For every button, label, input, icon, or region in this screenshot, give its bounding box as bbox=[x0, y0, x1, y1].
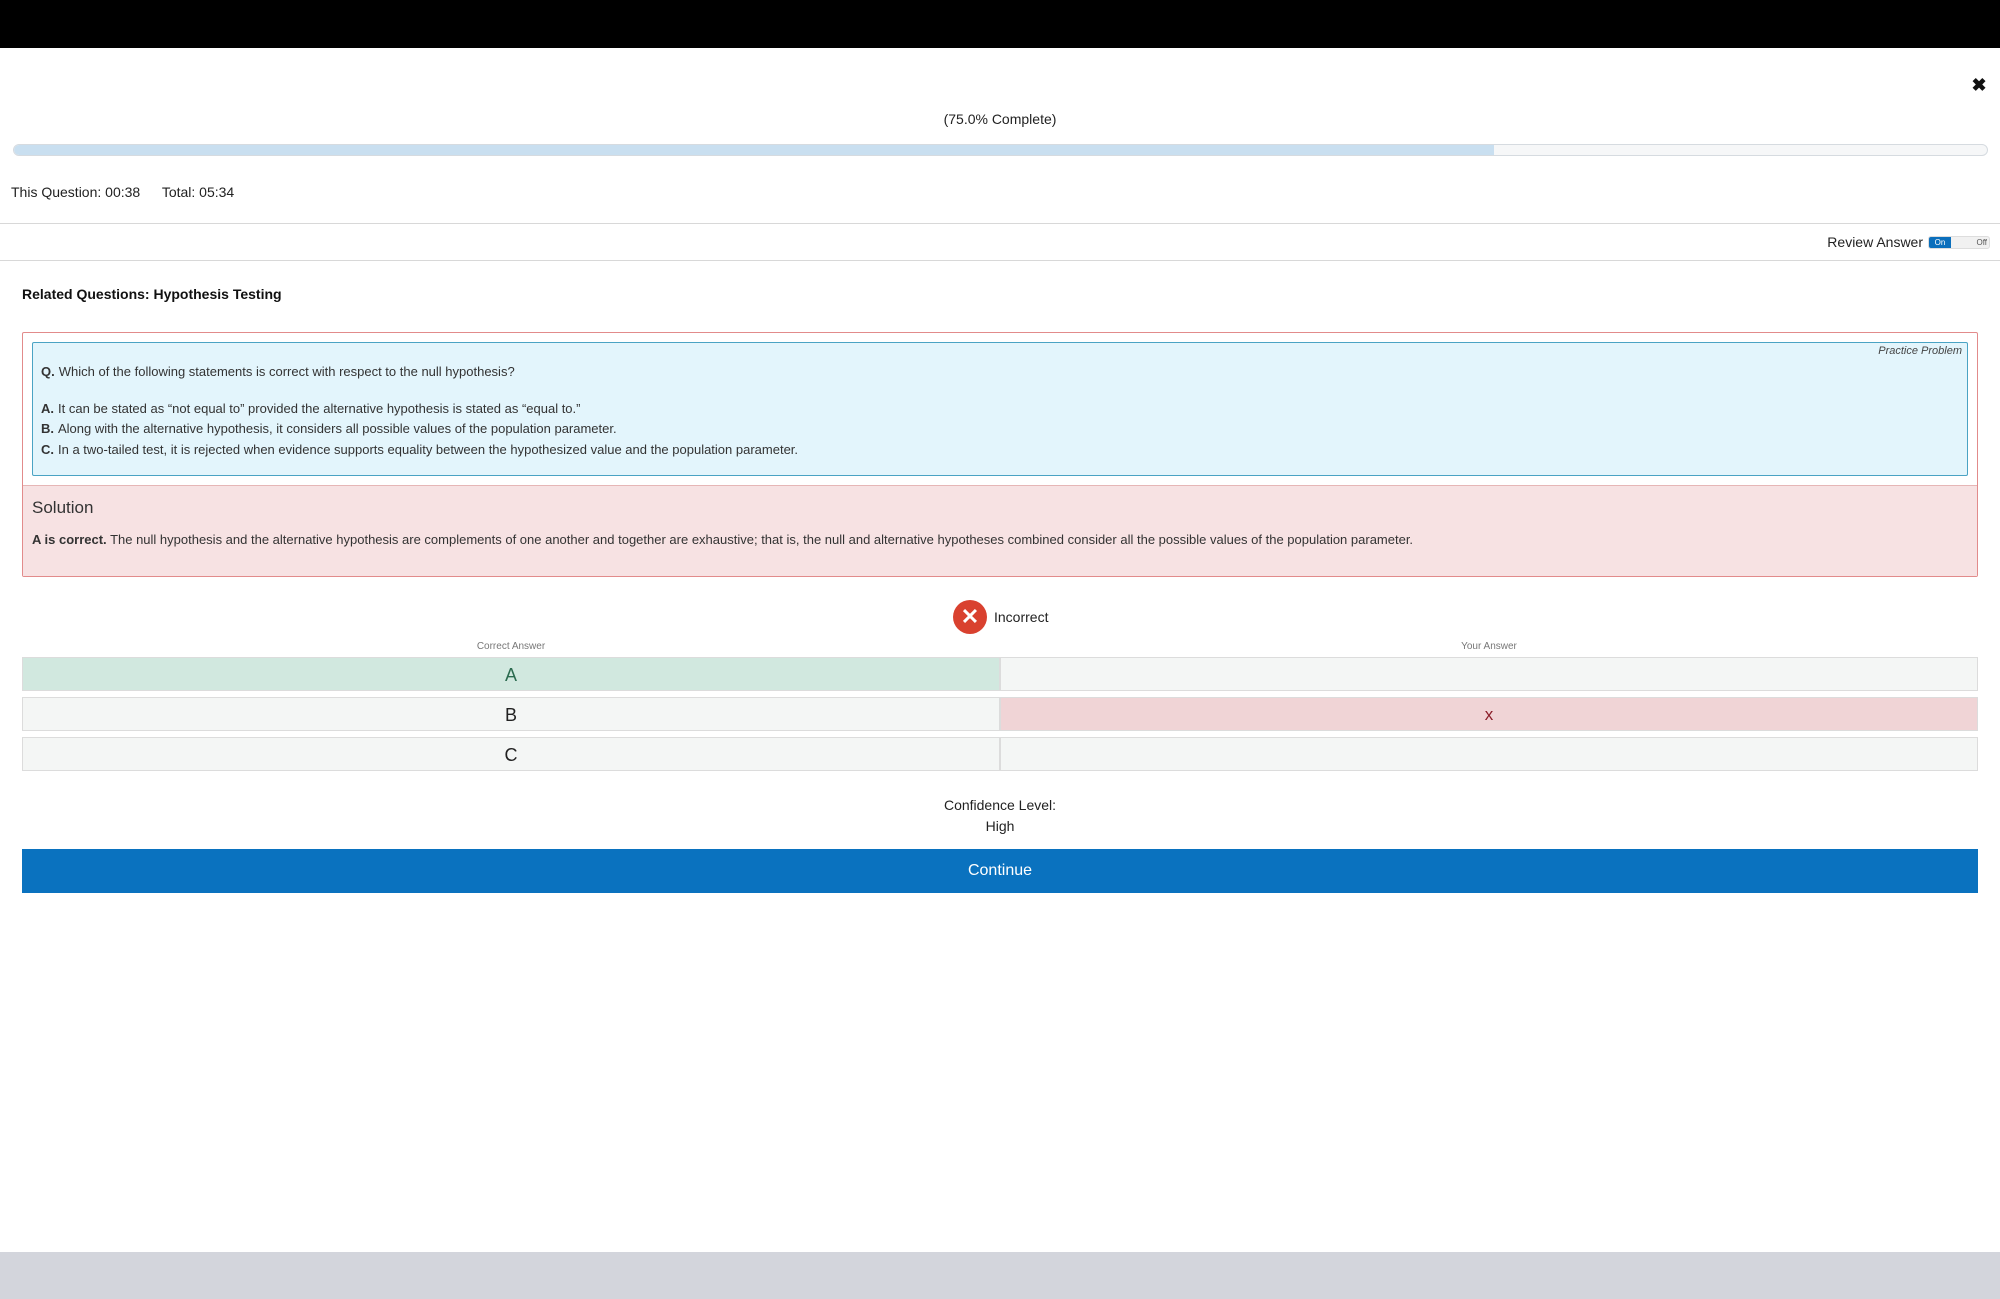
toggle-off-label: Off bbox=[1976, 238, 1987, 247]
related-questions-title: Related Questions: Hypothesis Testing bbox=[22, 286, 282, 302]
option-letter: C. bbox=[41, 442, 54, 457]
question-card: Practice Problem Q. Which of the followin… bbox=[22, 332, 1978, 577]
answer-comparison: A B x C bbox=[22, 657, 1978, 777]
close-icon[interactable]: ✖ bbox=[1968, 74, 1990, 96]
correct-answer-cell: C bbox=[22, 737, 1000, 771]
question-body: Which of the following statements is cor… bbox=[58, 364, 515, 379]
bottom-bar bbox=[0, 1252, 2000, 1299]
continue-button[interactable]: Continue bbox=[22, 849, 1978, 893]
answer-row-a: A bbox=[22, 657, 1978, 691]
result-text: Incorrect bbox=[994, 609, 1049, 625]
your-answer-cell bbox=[1000, 737, 1978, 771]
option-text: It can be stated as “not equal to” provi… bbox=[58, 401, 581, 416]
question-prefix: Q. bbox=[41, 364, 55, 379]
top-bar bbox=[0, 0, 2000, 48]
correct-answer-header: Correct Answer bbox=[476, 641, 546, 652]
option-letter: B. bbox=[41, 421, 54, 436]
solution-text: A is correct. The null hypothesis and th… bbox=[32, 532, 1413, 547]
question-box: Practice Problem Q. Which of the followin… bbox=[32, 342, 1968, 476]
solution-lead: A is correct. bbox=[32, 532, 107, 547]
confidence-label: Confidence Level: bbox=[943, 797, 1057, 813]
solution-body: The null hypothesis and the alternative … bbox=[110, 532, 1414, 547]
review-answer-row: Review Answer On Off bbox=[0, 223, 2000, 261]
answer-row-c: C bbox=[22, 737, 1978, 771]
correct-answer-cell: A bbox=[22, 657, 1000, 691]
option-a: A. It can be stated as “not equal to” pro… bbox=[41, 401, 580, 416]
question-timer: This Question: 00:38 bbox=[11, 184, 141, 200]
progress-fill bbox=[14, 145, 1494, 155]
review-answer-toggle[interactable]: On Off bbox=[1928, 236, 1990, 249]
result-indicator: ✕ Incorrect bbox=[953, 600, 1048, 634]
your-answer-cell: x bbox=[1000, 697, 1978, 731]
timers: This Question: 00:38 Total: 05:34 bbox=[11, 184, 252, 200]
confidence-value: High bbox=[985, 818, 1015, 834]
your-answer-cell bbox=[1000, 657, 1978, 691]
practice-problem-label: Practice Problem bbox=[1878, 345, 1962, 357]
option-c: C. In a two-tailed test, it is rejected w… bbox=[41, 442, 798, 457]
your-answer-header: Your Answer bbox=[1461, 641, 1517, 652]
option-letter: A. bbox=[41, 401, 54, 416]
toggle-on-label: On bbox=[1929, 237, 1951, 248]
progress-bar bbox=[13, 144, 1988, 156]
solution-panel: Solution A is correct. The null hypothes… bbox=[23, 485, 1977, 576]
option-b: B. Along with the alternative hypothesis,… bbox=[41, 421, 617, 436]
total-timer: Total: 05:34 bbox=[161, 184, 235, 200]
question-text: Q. Which of the following statements is c… bbox=[41, 364, 515, 379]
option-text: Along with the alternative hypothesis, i… bbox=[58, 421, 617, 436]
progress-label: (75.0% Complete) bbox=[943, 111, 1057, 127]
answer-row-b: B x bbox=[22, 697, 1978, 731]
option-text: In a two-tailed test, it is rejected whe… bbox=[58, 442, 799, 457]
review-answer-label: Review Answer bbox=[1827, 234, 1923, 250]
correct-answer-cell: B bbox=[22, 697, 1000, 731]
solution-title: Solution bbox=[32, 498, 94, 517]
x-circle-icon: ✕ bbox=[953, 600, 987, 634]
